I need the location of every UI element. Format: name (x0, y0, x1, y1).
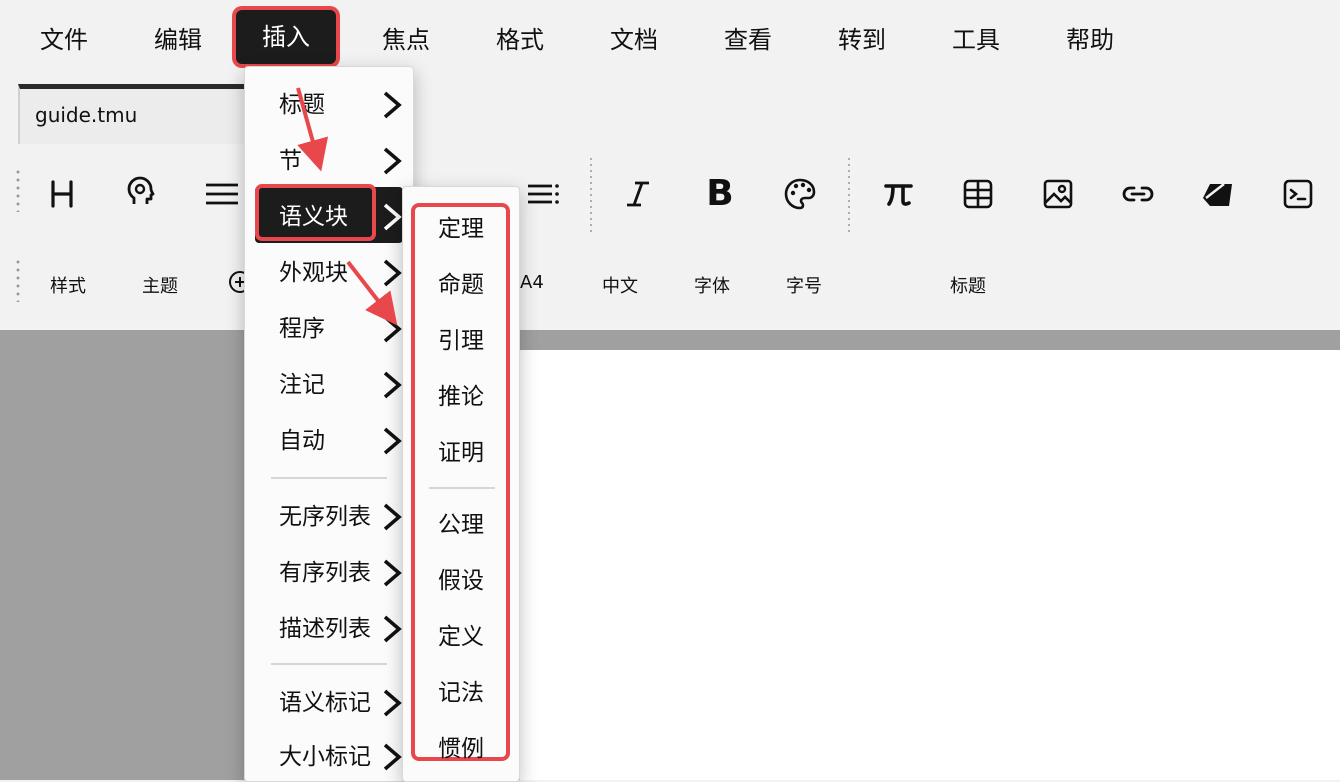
menu-separator (271, 477, 387, 479)
insert-menu-item-heading[interactable]: 标题 (279, 85, 325, 125)
insert-menu-item-size-markup[interactable]: 大小标记 (279, 737, 371, 777)
menubar: 文件 编辑 插入 焦点 格式 文档 查看 转到 工具 帮助 (0, 0, 1340, 80)
insert-menu-item-program[interactable]: 程序 (279, 309, 325, 349)
palette-icon[interactable] (778, 172, 822, 216)
link-icon[interactable] (1116, 172, 1160, 216)
terminal-icon[interactable] (1276, 172, 1320, 216)
heading-style-button[interactable]: 标题 (950, 272, 986, 298)
menu-edit[interactable]: 编辑 (154, 22, 202, 58)
menu-help[interactable]: 帮助 (1066, 22, 1114, 58)
italic-icon[interactable] (616, 172, 660, 216)
theme-button[interactable]: 主题 (142, 272, 178, 298)
chevron-right-icon (379, 141, 405, 181)
toolbar-grip[interactable] (16, 168, 20, 212)
editor-page[interactable] (520, 350, 1340, 780)
menu-separator (429, 487, 495, 489)
submenu-item-corollary[interactable]: 推论 (403, 377, 519, 417)
submenu-item-notation[interactable]: 记法 (403, 673, 519, 713)
font-size-button[interactable]: 字号 (786, 272, 822, 298)
submenu-item-definition[interactable]: 定义 (403, 617, 519, 657)
insert-menu: 标题 节 语义块 外观块 程序 注记 自动 无序列表 有序列表 描述列表 语义标… (244, 66, 414, 782)
chevron-right-icon (379, 85, 405, 125)
insert-menu-item-note[interactable]: 注记 (279, 365, 325, 405)
menu-insert[interactable]: 插入 (236, 10, 336, 64)
semantic-block-submenu: 定理 命题 引理 推论 证明 公理 假设 定义 记法 惯例 (402, 186, 520, 782)
submenu-item-theorem[interactable]: 定理 (403, 209, 519, 249)
paper-size-button[interactable]: A4 (520, 272, 544, 293)
pi-icon[interactable] (876, 172, 920, 216)
insert-menu-item-section[interactable]: 节 (279, 141, 302, 181)
submenu-item-proposition[interactable]: 命题 (403, 265, 519, 305)
image-icon[interactable] (1036, 172, 1080, 216)
menu-document[interactable]: 文档 (610, 22, 658, 58)
toolbar-grip[interactable] (16, 258, 20, 302)
eraser-icon[interactable] (1196, 172, 1240, 216)
heading-icon[interactable] (40, 172, 84, 216)
submenu-item-lemma[interactable]: 引理 (403, 321, 519, 361)
document-tab[interactable]: guide.tmu (18, 84, 248, 144)
insert-menu-item-semantic-block[interactable]: 语义块 (279, 197, 348, 237)
menu-goto[interactable]: 转到 (838, 22, 886, 58)
submenu-item-convention[interactable]: 惯例 (403, 729, 519, 769)
toolbar-separator (590, 156, 592, 232)
insert-menu-item-auto[interactable]: 自动 (279, 421, 325, 461)
submenu-item-axiom[interactable]: 公理 (403, 505, 519, 545)
insert-menu-item-appearance-block[interactable]: 外观块 (279, 253, 348, 293)
toolbar-separator (848, 156, 850, 232)
insert-menu-item-unordered-list[interactable]: 无序列表 (279, 497, 371, 537)
insert-menu-item-semantic-markup[interactable]: 语义标记 (279, 683, 371, 723)
list-icon[interactable] (520, 172, 564, 216)
tab-title: guide.tmu (35, 103, 138, 127)
font-button[interactable]: 字体 (694, 272, 730, 298)
menu-file[interactable]: 文件 (40, 22, 88, 58)
submenu-item-proof[interactable]: 证明 (403, 433, 519, 473)
menu-format[interactable]: 格式 (496, 22, 544, 58)
bold-icon[interactable]: B (698, 172, 742, 216)
style-button[interactable]: 样式 (50, 272, 86, 298)
insert-menu-item-ordered-list[interactable]: 有序列表 (279, 553, 371, 593)
insert-menu-item-description-list[interactable]: 描述列表 (279, 609, 371, 649)
language-button[interactable]: 中文 (602, 272, 638, 298)
menu-view[interactable]: 查看 (724, 22, 772, 58)
table-icon[interactable] (956, 172, 1000, 216)
menu-tools[interactable]: 工具 (952, 22, 1000, 58)
paragraph-icon[interactable] (200, 172, 240, 216)
mind-icon[interactable] (120, 172, 164, 216)
menu-focus[interactable]: 焦点 (382, 22, 430, 58)
menu-separator (271, 663, 387, 665)
submenu-item-hypothesis[interactable]: 假设 (403, 561, 519, 601)
